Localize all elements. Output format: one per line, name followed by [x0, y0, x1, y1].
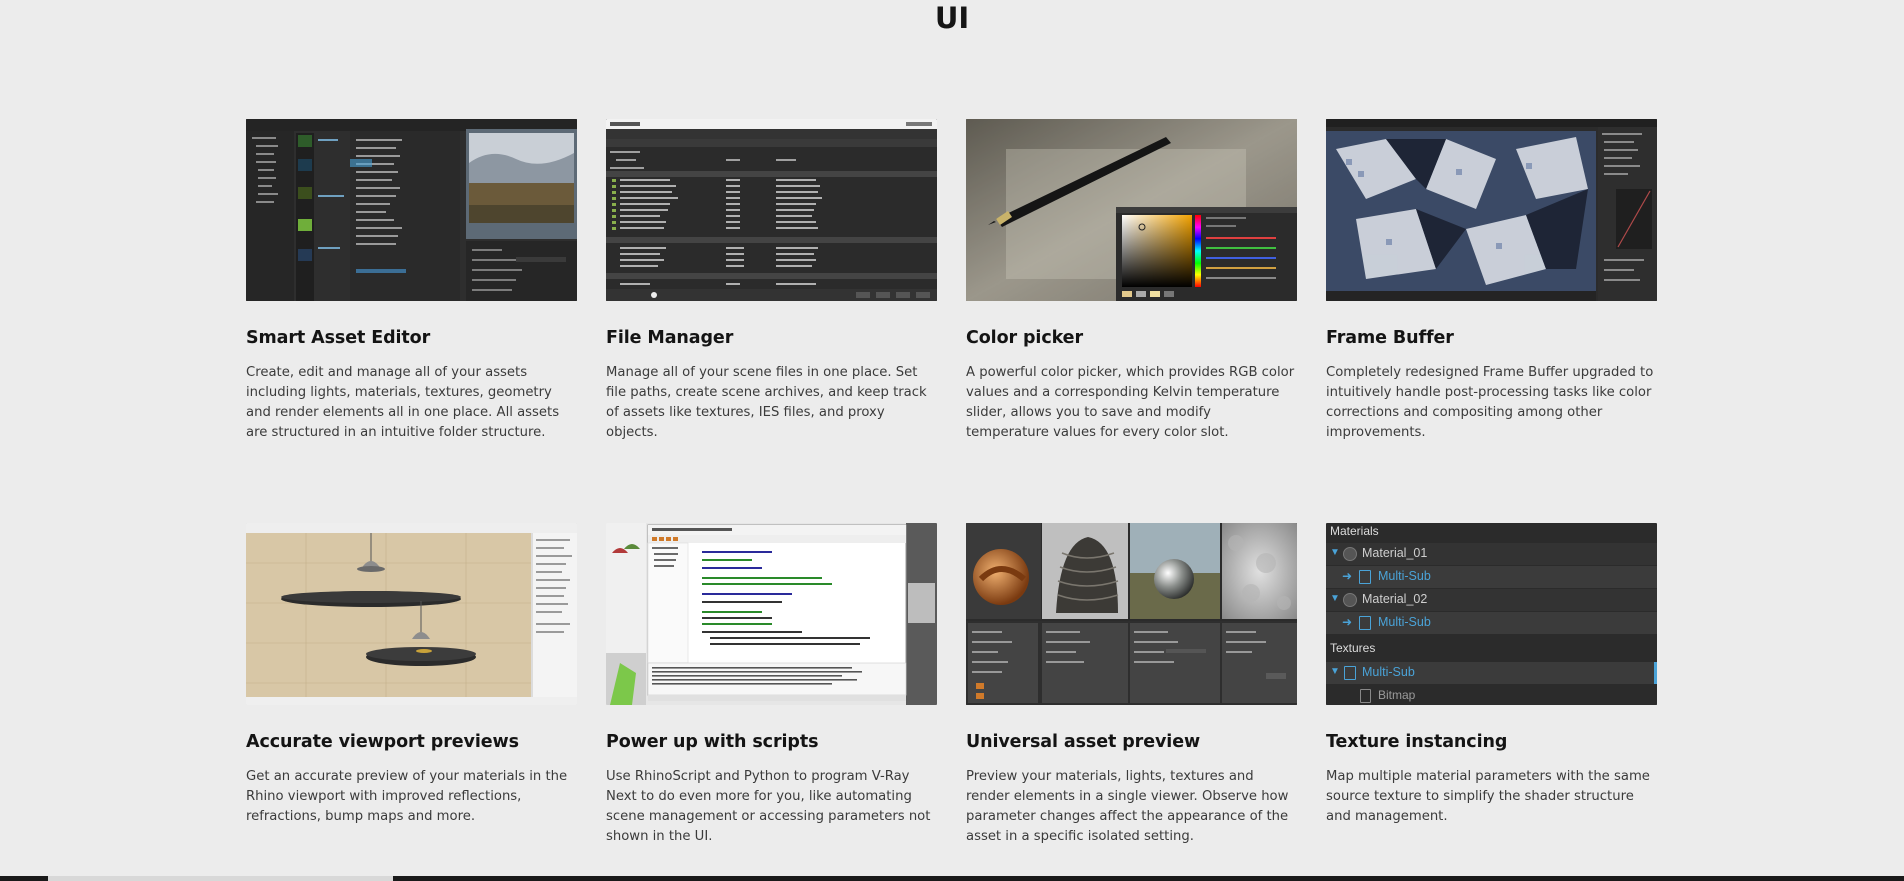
material-02-label: Material_02	[1362, 592, 1428, 606]
material-02-sub-row: ➜ Multi-Sub	[1326, 612, 1657, 634]
viewport-previews-screenshot	[246, 523, 577, 705]
card-title: Accurate viewport previews	[246, 732, 519, 752]
texture-sub-label: Multi-Sub	[1362, 665, 1415, 679]
expand-triangle-icon: ▼	[1330, 547, 1340, 558]
material-01-sub-label: Multi-Sub	[1378, 569, 1431, 583]
card-title: Universal asset preview	[966, 732, 1201, 752]
material-sphere-icon	[1343, 547, 1357, 561]
texture-node-icon	[1359, 570, 1371, 584]
card-description: Use RhinoScript and Python to program V-…	[606, 769, 931, 844]
card-description: Map multiple material parameters with th…	[1326, 769, 1650, 824]
feature-card-color-picker: Color picker A powerful color picker, wh…	[966, 119, 1297, 443]
card-description: Get an accurate preview of your material…	[246, 769, 568, 824]
card-description: A powerful color picker, which provides …	[966, 365, 1295, 440]
material-01-label: Material_01	[1362, 546, 1428, 560]
card-description: Completely redesigned Frame Buffer upgra…	[1326, 365, 1654, 440]
file-manager-screenshot	[606, 119, 937, 301]
textures-header: Textures	[1330, 641, 1376, 655]
feature-card-viewport-previews: Accurate viewport previews Get an accura…	[246, 523, 577, 827]
texture-node-icon	[1344, 666, 1356, 680]
material-01-sub-row: ➜ Multi-Sub	[1326, 566, 1657, 588]
texture-node-icon	[1359, 616, 1371, 630]
card-title: Power up with scripts	[606, 732, 819, 752]
card-title: Frame Buffer	[1326, 328, 1454, 348]
card-description: Manage all of your scene files in one pl…	[606, 365, 927, 440]
materials-header: Materials	[1330, 524, 1379, 538]
card-title: Texture instancing	[1326, 732, 1508, 752]
material-02-sub-label: Multi-Sub	[1378, 615, 1431, 629]
file-icon	[1360, 689, 1371, 703]
link-arrow-icon: ➜	[1342, 615, 1353, 629]
feature-card-file-manager: File Manager Manage all of your scene fi…	[606, 119, 937, 443]
frame-buffer-screenshot	[1326, 119, 1657, 301]
expand-triangle-icon: ▼	[1330, 593, 1340, 604]
feature-card-texture-instancing: Materials ▼ Material_01 ➜ Multi-Sub ▼ Ma…	[1326, 523, 1657, 827]
card-description: Create, edit and manage all of your asse…	[246, 365, 560, 440]
texture-bitmap-label: Bitmap	[1378, 688, 1416, 702]
feature-card-universal-asset-preview: Universal asset preview Preview your mat…	[966, 523, 1297, 847]
card-title: Color picker	[966, 328, 1083, 348]
texture-sub-row: ▼ Multi-Sub	[1326, 662, 1657, 684]
section-title: UI	[934, 1, 970, 35]
expand-triangle-icon: ▼	[1330, 666, 1340, 677]
color-picker-screenshot	[966, 119, 1297, 301]
card-title: Smart Asset Editor	[246, 328, 431, 348]
material-02-row: ▼ Material_02	[1326, 589, 1657, 611]
feature-card-smart-asset-editor: Smart Asset Editor Create, edit and mana…	[246, 119, 577, 443]
card-description: Preview your materials, lights, textures…	[966, 769, 1289, 844]
feature-card-scripts: Power up with scripts Use RhinoScript an…	[606, 523, 937, 847]
card-title: File Manager	[606, 328, 734, 348]
scripts-screenshot	[606, 523, 937, 705]
smart-asset-editor-screenshot	[246, 119, 577, 301]
texture-bitmap-row: Bitmap	[1326, 685, 1657, 705]
material-sphere-icon	[1343, 593, 1357, 607]
bottom-scroll-thumb[interactable]	[48, 876, 393, 881]
link-arrow-icon: ➜	[1342, 569, 1353, 583]
texture-instancing-screenshot: Materials ▼ Material_01 ➜ Multi-Sub ▼ Ma…	[1326, 523, 1657, 705]
material-01-row: ▼ Material_01	[1326, 543, 1657, 565]
feature-card-frame-buffer: Frame Buffer Completely redesigned Frame…	[1326, 119, 1657, 443]
universal-asset-preview-screenshot	[966, 523, 1297, 705]
